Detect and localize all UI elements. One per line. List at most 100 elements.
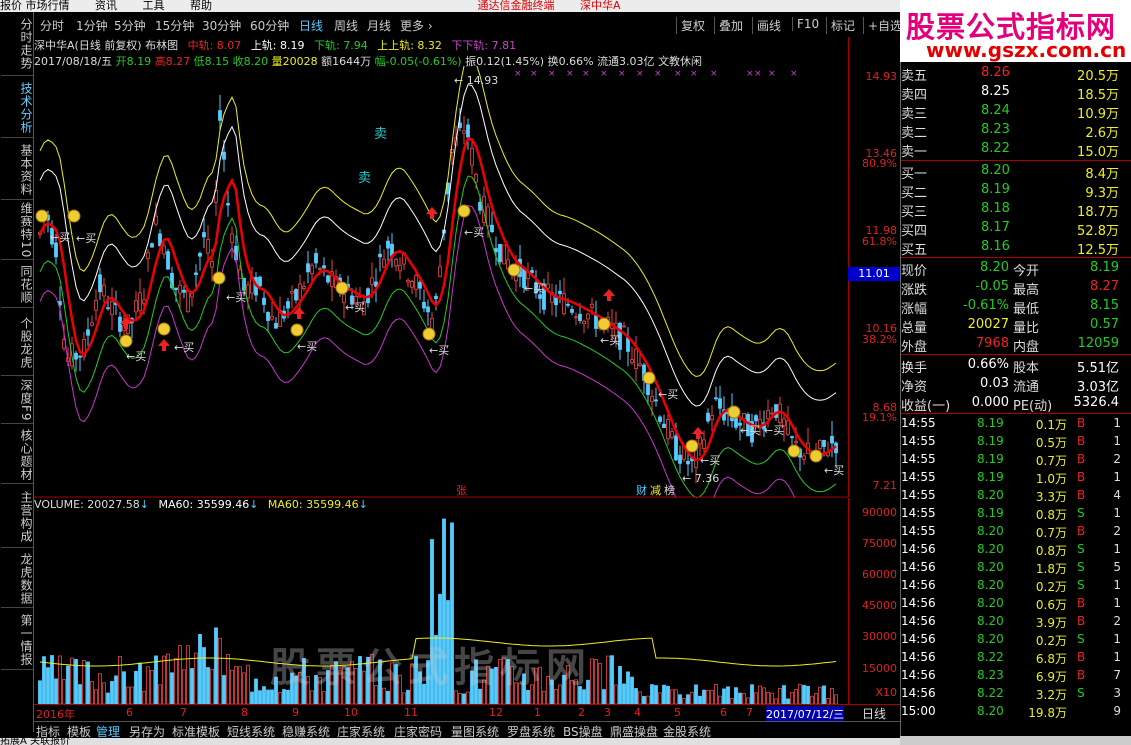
upper-band: 上轨: 8.19 — [250, 39, 305, 52]
left-tab[interactable]: 第一情报 — [1, 610, 33, 670]
stat-value: 5326.4 — [1073, 395, 1120, 410]
period-tab[interactable]: 周线 — [334, 17, 358, 34]
order-volume: 18.7万 — [1077, 205, 1119, 220]
tick-price: 8.20 — [977, 596, 1004, 610]
event-label-bang: 榜 — [664, 483, 675, 497]
volume-bar — [642, 696, 646, 704]
left-tab[interactable]: 深度F9 — [1, 378, 33, 424]
volume-bar — [226, 654, 230, 704]
volume-bar — [706, 689, 710, 704]
left-tab[interactable]: 技术分析 — [1, 78, 33, 138]
f10-button[interactable]: F10 — [792, 17, 819, 31]
candle-body — [174, 287, 178, 291]
volume-bar — [218, 637, 222, 704]
candle-body — [210, 261, 214, 268]
candle-body — [186, 289, 190, 313]
tick-side: S — [1077, 560, 1085, 574]
money-bag-icon — [212, 271, 226, 285]
left-tab[interactable]: 主营构成 — [1, 486, 33, 548]
money-bag-icon — [685, 439, 699, 453]
tick-volume: 6.9万 — [1035, 670, 1067, 684]
candle-body — [570, 309, 574, 313]
tick-row: 14:56 8.23 6.9万 B 7 — [901, 667, 1131, 685]
volume-bar — [458, 692, 462, 704]
candle-body — [226, 203, 230, 206]
stat-label: 最低 — [1013, 302, 1040, 317]
period-tab[interactable]: 更多 › — [400, 17, 433, 34]
candle-body — [386, 240, 390, 249]
candle-body — [686, 460, 690, 465]
left-tab[interactable]: 基本资料 — [1, 140, 33, 200]
volume-bar — [94, 689, 98, 704]
volume-bar — [202, 647, 206, 704]
period-tab[interactable]: 月线 — [367, 17, 391, 34]
menu-item[interactable]: 帮助 — [190, 0, 212, 12]
tick-row: 14:55 8.19 0.8万 S 1 — [901, 505, 1131, 523]
period-label[interactable]: 日线 — [848, 704, 900, 721]
left-tab[interactable]: 个股龙虎 — [1, 310, 33, 376]
tick-count: 1 — [1113, 506, 1121, 520]
left-tab[interactable]: 维赛特10 — [1, 202, 33, 260]
period-tab[interactable]: 日线 — [299, 17, 323, 34]
tick-count: 1 — [1113, 434, 1121, 448]
tick-count: 1 — [1113, 632, 1121, 646]
candle-body — [246, 284, 250, 299]
tick-side: B — [1077, 416, 1086, 430]
candle-body — [622, 325, 626, 328]
tick-side: S — [1077, 686, 1085, 700]
date-label: 2016年 — [36, 708, 75, 721]
period-tab[interactable]: 30分钟 — [202, 17, 241, 34]
order-volume: 10.9万 — [1077, 107, 1119, 122]
tick-count: 1 — [1113, 470, 1121, 484]
sell-row: 卖三 8.24 10.9万 — [901, 102, 1131, 122]
price-tick: 7.21 — [872, 479, 898, 492]
tick-side: B — [1077, 614, 1086, 628]
tick-volume: 0.7万 — [1035, 526, 1067, 540]
period-tab[interactable]: 15分钟 — [155, 17, 194, 34]
volume-bar — [622, 683, 626, 704]
tick-time: 14:55 — [901, 452, 936, 466]
volume-bar — [738, 692, 742, 704]
mark-button[interactable]: 标记 — [826, 17, 855, 34]
tick-time: 14:56 — [901, 542, 936, 556]
period-tab[interactable]: 1分钟 — [76, 17, 108, 34]
stat-label: PE(动) — [1013, 399, 1053, 414]
date-label: 5 — [674, 706, 681, 719]
candle-body — [90, 322, 94, 326]
stat-label: 总量 — [901, 321, 928, 336]
buy-row: 买一 8.20 8.4万 — [901, 162, 1131, 182]
volume-bar — [58, 655, 62, 704]
order-level-label: 买三 — [901, 205, 928, 220]
fuquan-button[interactable]: 复权 — [676, 17, 705, 34]
left-tab[interactable]: 分时走势 — [1, 12, 33, 76]
tick-price: 8.23 — [977, 668, 1004, 682]
stat-value: 8.19 — [1090, 260, 1119, 275]
period-tab[interactable]: 60分钟 — [250, 17, 289, 34]
candle-body — [586, 313, 590, 320]
buy-signal-label: ←买 — [50, 231, 70, 244]
tick-volume: 3.3万 — [1035, 490, 1067, 504]
menu-item[interactable]: 报价 市场行情 — [0, 0, 70, 12]
tick-volume: 0.2万 — [1035, 580, 1067, 594]
volume-tick: 60000 — [862, 568, 897, 581]
left-tab[interactable]: 核心题材 — [1, 426, 33, 484]
period-tab[interactable]: 5分钟 — [114, 17, 146, 34]
kline-chart[interactable]: ← 14.93← 7.36卖卖←买 ←买←买←买←买←买←买←买←买←买←买←买←… — [34, 66, 848, 498]
draw-line-button[interactable]: 画线 — [752, 17, 781, 34]
left-tab[interactable]: 同花顺 — [1, 262, 33, 308]
period-tab[interactable]: 分时 — [40, 17, 64, 34]
volume-bar — [278, 692, 282, 704]
tick-row: 14:56 8.20 0.6万 B 1 — [901, 595, 1131, 613]
candle-body — [286, 301, 290, 309]
volume-bar — [66, 665, 70, 704]
candle-body — [106, 307, 110, 310]
menu-item[interactable]: 资讯 — [95, 0, 117, 12]
tick-side: B — [1077, 470, 1086, 484]
left-tab[interactable]: 龙虎数据 — [1, 550, 33, 608]
volume-bar — [254, 678, 258, 704]
candle-body — [370, 277, 374, 285]
chart-header: 深中华A(日线 前复权) 布林图 中轨: 8.07 上轨: 8.19 下轨: 7… — [34, 37, 516, 53]
overlay-button[interactable]: 叠加 — [714, 17, 743, 34]
add-favorite-button[interactable]: +自选 — [863, 17, 902, 34]
menu-item[interactable]: 工具 — [143, 0, 165, 12]
